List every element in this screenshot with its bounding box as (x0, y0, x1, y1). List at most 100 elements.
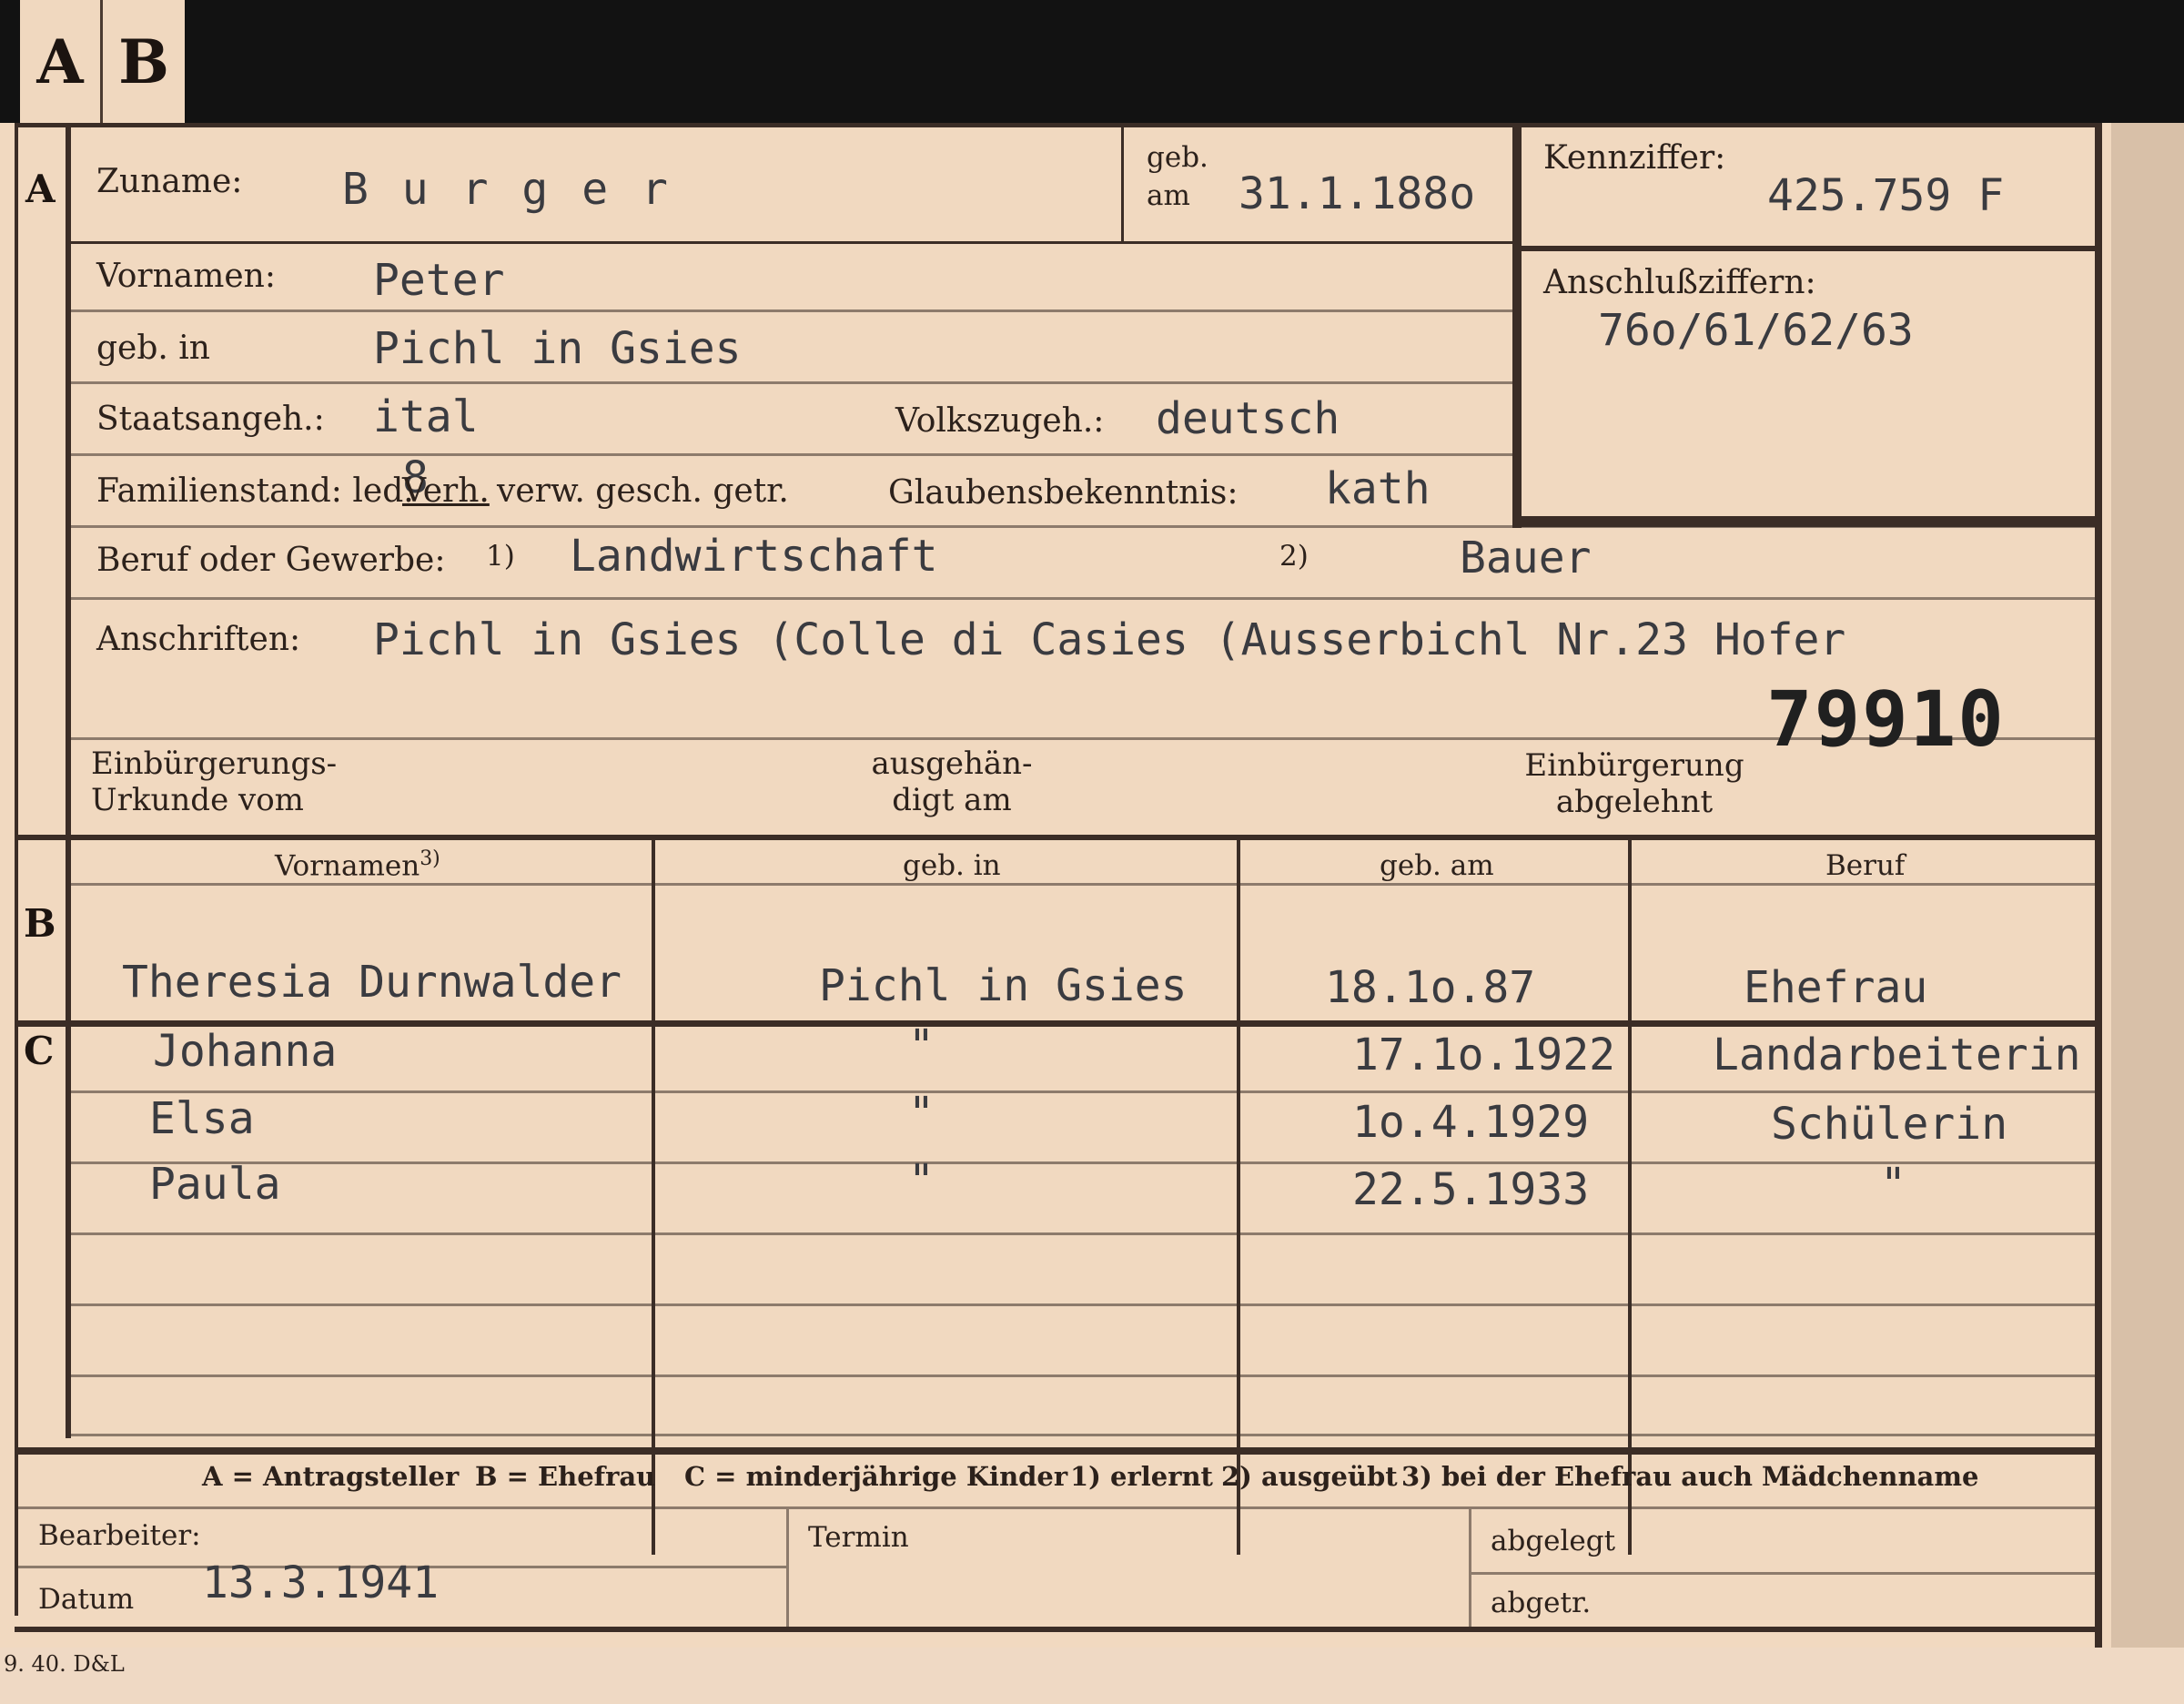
label-staatsangeh: Staatsangeh.: (96, 401, 325, 438)
footer-line-right (1471, 1572, 2099, 1575)
legend-top-line (15, 1447, 2098, 1455)
child-1-occupation: Landarbeiterin (1713, 1030, 2081, 1080)
card-bottom-border (15, 1627, 2102, 1632)
value-religion: kath (1325, 463, 1431, 514)
value-occupation-practiced: Bauer (1460, 532, 1592, 583)
child-1-birthplace: " (908, 1020, 935, 1071)
printer-imprint: 9. 40. D&L (4, 1651, 125, 1677)
label-familienstand-options: verw. gesch. getr. (497, 472, 789, 510)
card-top-border (15, 123, 2098, 127)
section-a-b-divider (15, 835, 2098, 840)
legend-note-3: 3) bei der Ehefrau auch Mädchenname (1401, 1461, 1979, 1492)
child-row-line-6 (71, 1434, 2097, 1436)
child-row-line-1 (71, 1090, 2097, 1093)
line-under-kennziffer (1522, 246, 2100, 251)
footer-divider-1 (786, 1509, 789, 1628)
child-3-birth-date: 22.5.1933 (1352, 1164, 1590, 1215)
divider-surname-birth (1121, 127, 1124, 241)
header-beruf: Beruf (1825, 849, 1906, 882)
value-ethnicity: deutsch (1156, 393, 1340, 444)
label-anschriften: Anschriften: (96, 621, 301, 658)
section-column-divider (66, 123, 71, 1438)
header-vornamen: Vornamen3) (275, 847, 440, 883)
child-3-occupation: " (1880, 1159, 1906, 1210)
label-einbuergerung-abgelehnt: Einbürgerung abgelehnt (1524, 747, 1744, 820)
card-edge-shadow (2111, 123, 2184, 1648)
child-row-line-4 (71, 1303, 2097, 1306)
bottom-strip: 9. 40. D&L (0, 1648, 2184, 1704)
index-tab-a: A (20, 0, 103, 123)
child-3-name: Paula (149, 1159, 281, 1210)
line-under-beruf (71, 597, 2097, 600)
label-verh: Verh. (402, 472, 490, 510)
label-glaubensbekenntnis: Glaubensbekenntnis: (888, 474, 1239, 512)
label-familienstand: Familienstand: led. (96, 472, 414, 510)
label-einbuergerungs-urkunde: Einbürgerungs- Urkunde vom (91, 746, 338, 818)
value-anschlussziffern: 76o/61/62/63 (1598, 305, 1914, 356)
legend-note-1: 1) erlernt (1070, 1461, 1213, 1492)
legend-bottom-line (15, 1506, 2098, 1509)
label-abgetr: abgetr. (1491, 1587, 1592, 1619)
child-row-line-3 (71, 1232, 2097, 1235)
value-occupation-learned: Landwirtschaft (570, 531, 938, 582)
registration-card: A B C Zuname: B u r g e r geb. am 31.1.1… (15, 123, 2111, 1648)
legend-a: A = Antragsteller (202, 1461, 460, 1492)
spouse-birthplace: Pichl in Gsies (819, 960, 1188, 1011)
value-citizenship: ital (373, 391, 479, 442)
label-geb-in: geb. in (96, 330, 210, 367)
spouse-name: Theresia Durnwalder (122, 957, 622, 1008)
footnote-1-marker: 1) (486, 540, 515, 573)
label-kennziffer: Kennziffer: (1543, 139, 1726, 177)
child-2-birth-date: 1o.4.1929 (1352, 1097, 1590, 1148)
section-letter-a: A (25, 167, 56, 211)
label-am: am (1147, 179, 1190, 212)
label-ausgehaendigt: ausgehän- digt am (871, 746, 1033, 818)
child-2-occupation: Schülerin (1771, 1099, 2008, 1150)
label-geb: geb. (1147, 141, 1208, 174)
footer-divider-2 (1469, 1509, 1471, 1628)
dark-background-band (0, 0, 2184, 123)
legend-note-2: 2) ausgeübt (1221, 1461, 1398, 1492)
line-under-staatsangeh (71, 453, 1512, 456)
header-geb-am: geb. am (1380, 849, 1494, 882)
line-under-geb-in (71, 381, 1512, 384)
legend-b: B = Ehefrau (475, 1461, 656, 1492)
header-geb-in: geb. in (903, 849, 1001, 882)
spouse-occupation: Ehefrau (1744, 962, 1928, 1013)
divider-kennziffer-box (1512, 127, 1522, 528)
label-beruf-oder-gewerbe: Beruf oder Gewerbe: (96, 542, 446, 579)
child-3-birthplace: " (908, 1155, 935, 1206)
spouse-birth-date: 18.1o.87 (1325, 962, 1536, 1013)
child-2-name: Elsa (149, 1093, 255, 1144)
line-under-familienstand (71, 525, 2097, 528)
value-first-names: Peter (373, 255, 505, 306)
section-letter-c: C (24, 1029, 55, 1073)
value-birth-date: 31.1.188o (1239, 168, 1476, 219)
legend-c: C = minderjährige Kinder (684, 1461, 1068, 1492)
index-tab-b: B (103, 0, 185, 123)
child-1-birth-date: 17.1o.1922 (1352, 1030, 1615, 1080)
value-birthplace: Pichl in Gsies (373, 323, 742, 374)
label-datum: Datum (38, 1583, 135, 1616)
label-zuname: Zuname: (96, 163, 243, 200)
card-left-border (15, 123, 18, 1616)
label-termin: Termin (808, 1521, 909, 1554)
section-letter-b: B (24, 901, 56, 946)
child-2-birthplace: " (908, 1088, 935, 1139)
line-under-vornamen (71, 309, 1512, 312)
child-1-name: Johanna (153, 1026, 338, 1077)
child-row-line-2 (71, 1161, 2097, 1164)
footnote-2-marker: 2) (1279, 540, 1309, 573)
value-kennziffer: 425.759 F (1767, 170, 2005, 221)
child-row-line-5 (71, 1374, 2097, 1377)
value-datum: 13.3.1941 (202, 1557, 440, 1608)
line-under-surname (71, 241, 1512, 244)
label-volkszugeh: Volkszugeh.: (895, 402, 1105, 440)
value-surname: B u r g e r (342, 164, 672, 215)
stamped-number: 79910 (1766, 674, 2006, 764)
label-abgelegt: abgelegt (1491, 1525, 1616, 1557)
value-address: Pichl in Gsies (Colle di Casies (Ausserb… (373, 614, 1846, 665)
label-bearbeiter: Bearbeiter: (38, 1519, 201, 1552)
table-header-line (71, 883, 2097, 886)
label-anschlussziffern: Anschlußziffern: (1543, 264, 1816, 301)
